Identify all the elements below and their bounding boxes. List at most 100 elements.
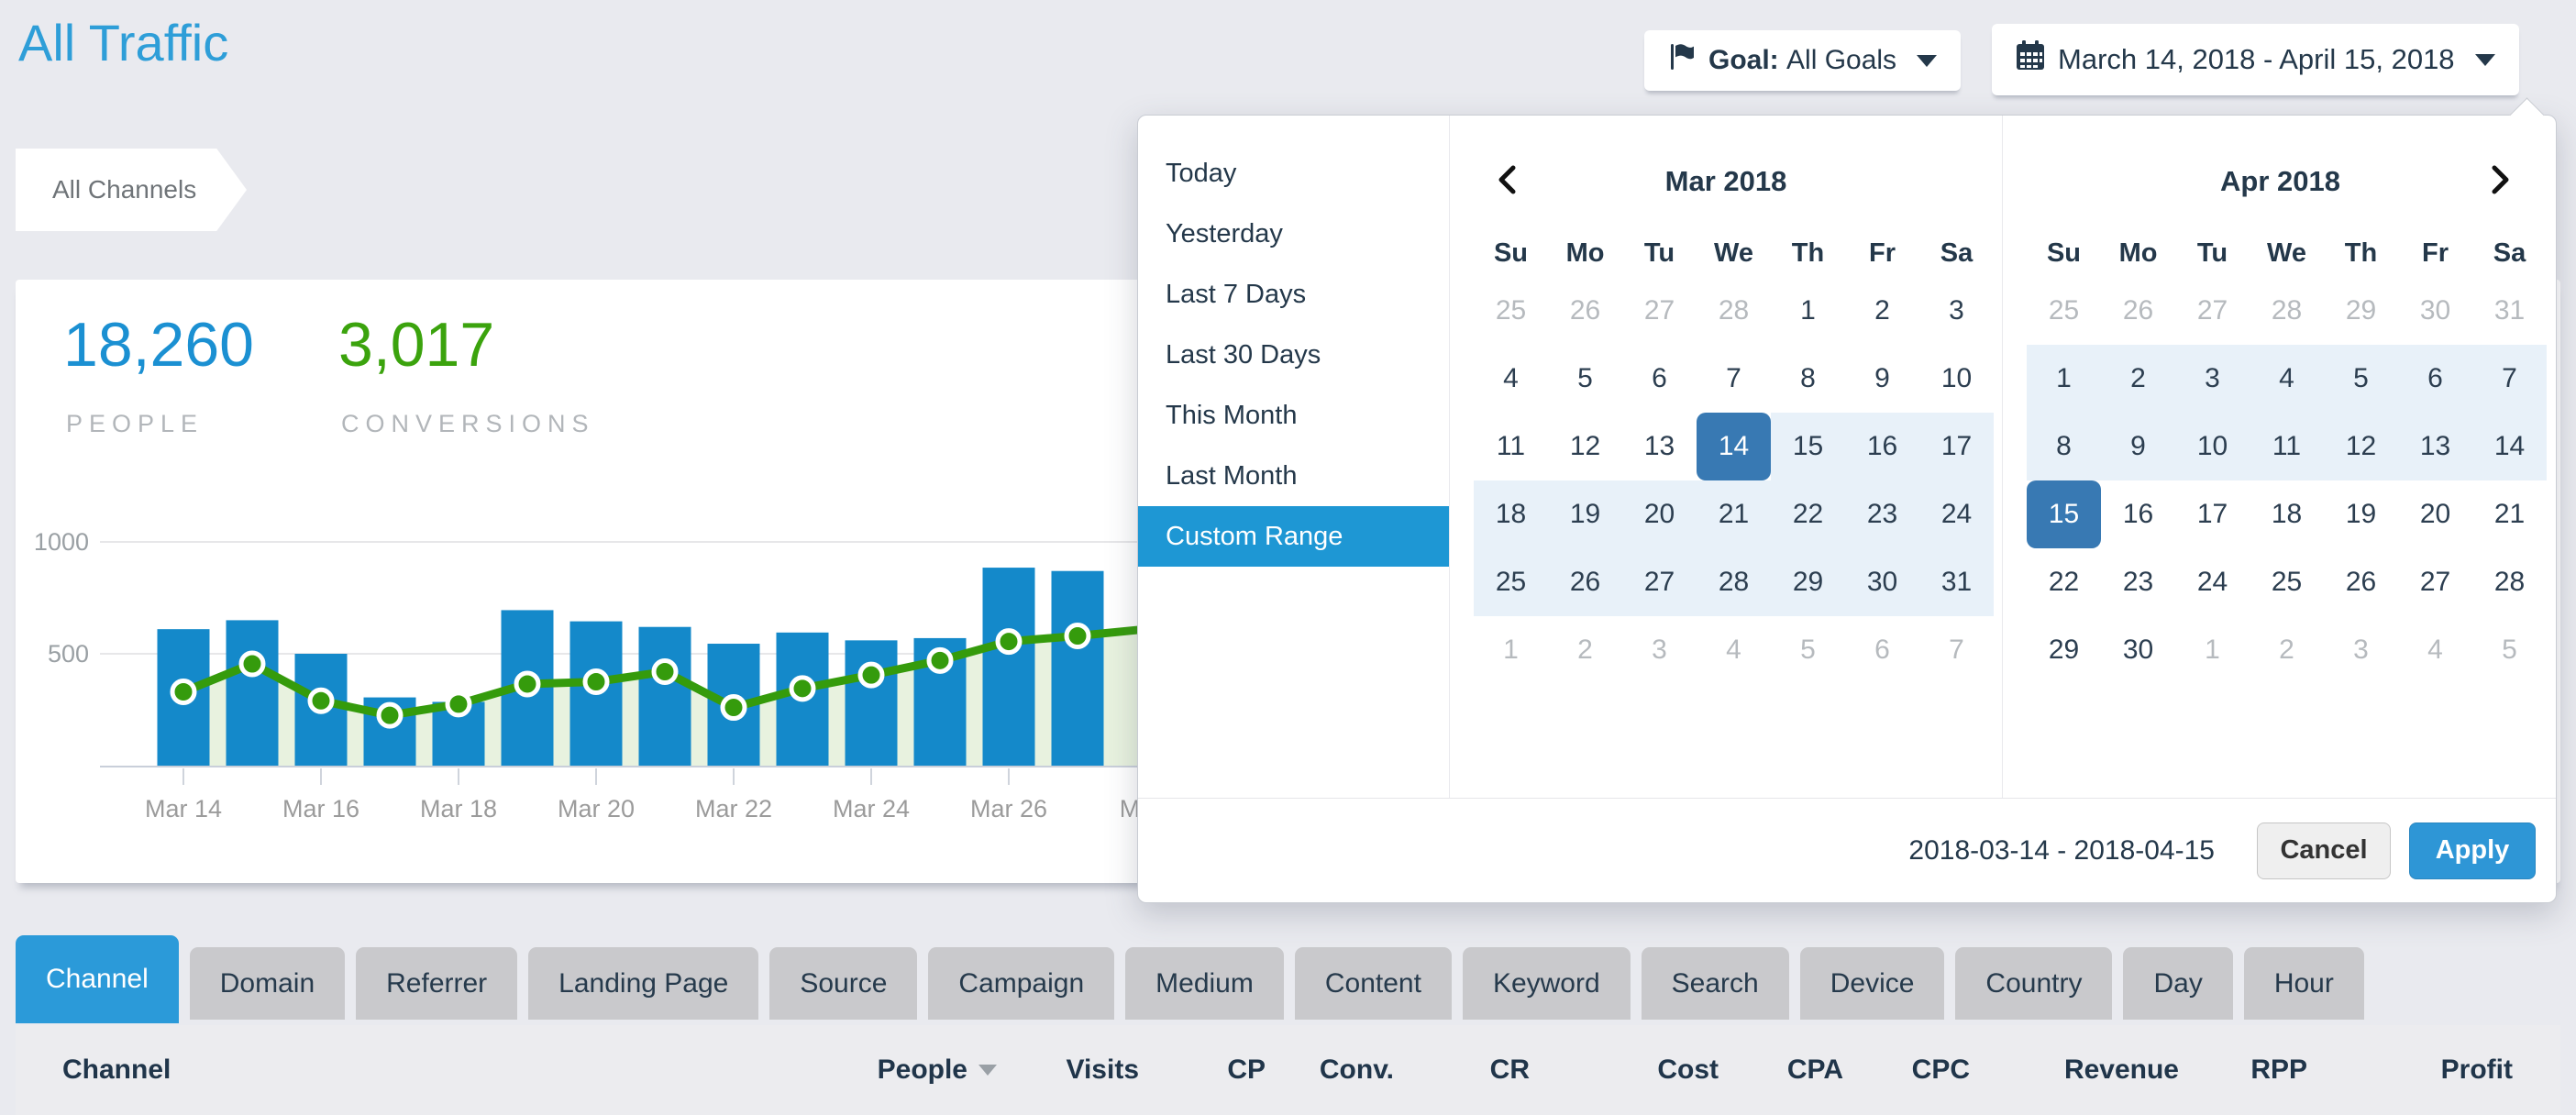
cancel-button[interactable]: Cancel: [2257, 822, 2391, 879]
tab-content[interactable]: Content: [1295, 947, 1452, 1020]
day-cell[interactable]: 8: [1771, 345, 1845, 413]
day-cell[interactable]: 6: [1845, 616, 1919, 684]
day-cell[interactable]: 22: [1771, 480, 1845, 548]
preset-last-7-days[interactable]: Last 7 Days: [1138, 264, 1449, 325]
day-cell-selected[interactable]: 15: [2027, 480, 2101, 548]
day-cell[interactable]: 28: [2472, 548, 2547, 616]
tab-referrer[interactable]: Referrer: [356, 947, 517, 1020]
day-cell[interactable]: 25: [1474, 548, 1548, 616]
day-cell[interactable]: 13: [1622, 413, 1697, 480]
day-cell[interactable]: 18: [2250, 480, 2324, 548]
tab-device[interactable]: Device: [1800, 947, 1945, 1020]
day-cell[interactable]: 4: [1474, 345, 1548, 413]
day-cell[interactable]: 1: [1474, 616, 1548, 684]
day-cell[interactable]: 6: [1622, 345, 1697, 413]
day-cell[interactable]: 4: [2398, 616, 2472, 684]
column-header-cost[interactable]: Cost: [1530, 1054, 1719, 1086]
day-cell[interactable]: 29: [2027, 616, 2101, 684]
day-cell[interactable]: 28: [1697, 548, 1771, 616]
day-cell[interactable]: 12: [2324, 413, 2398, 480]
day-cell[interactable]: 27: [1622, 277, 1697, 345]
day-cell[interactable]: 28: [1697, 277, 1771, 345]
day-cell[interactable]: 30: [1845, 548, 1919, 616]
day-cell[interactable]: 1: [1771, 277, 1845, 345]
column-header-conv[interactable]: Conv.: [1266, 1054, 1394, 1086]
day-cell[interactable]: 2: [2250, 616, 2324, 684]
tab-domain[interactable]: Domain: [190, 947, 345, 1020]
day-cell[interactable]: 26: [1548, 548, 1622, 616]
tab-source[interactable]: Source: [769, 947, 917, 1020]
day-cell[interactable]: 20: [1622, 480, 1697, 548]
day-cell[interactable]: 3: [2324, 616, 2398, 684]
day-cell[interactable]: 8: [2027, 413, 2101, 480]
day-cell[interactable]: 29: [1771, 548, 1845, 616]
day-cell[interactable]: 12: [1548, 413, 1622, 480]
day-cell[interactable]: 7: [1919, 616, 1994, 684]
day-cell[interactable]: 10: [1919, 345, 1994, 413]
tab-hour[interactable]: Hour: [2244, 947, 2364, 1020]
day-cell-selected[interactable]: 14: [1697, 413, 1771, 480]
day-cell[interactable]: 23: [2101, 548, 2175, 616]
day-cell[interactable]: 16: [2101, 480, 2175, 548]
day-cell[interactable]: 19: [1548, 480, 1622, 548]
day-cell[interactable]: 31: [1919, 548, 1994, 616]
column-header-rpp[interactable]: RPP: [2179, 1054, 2307, 1086]
column-header-cr[interactable]: CR: [1394, 1054, 1530, 1086]
column-header-people[interactable]: People: [823, 1054, 997, 1086]
day-cell[interactable]: 27: [2398, 548, 2472, 616]
day-cell[interactable]: 24: [2175, 548, 2250, 616]
day-cell[interactable]: 24: [1919, 480, 1994, 548]
day-cell[interactable]: 17: [2175, 480, 2250, 548]
day-cell[interactable]: 31: [2472, 277, 2547, 345]
preset-today[interactable]: Today: [1138, 143, 1449, 204]
column-header-visits[interactable]: Visits: [997, 1054, 1139, 1086]
day-cell[interactable]: 19: [2324, 480, 2398, 548]
day-cell[interactable]: 15: [1771, 413, 1845, 480]
column-header-cpa[interactable]: CPA: [1719, 1054, 1843, 1086]
apply-button[interactable]: Apply: [2409, 822, 2536, 879]
day-cell[interactable]: 26: [2101, 277, 2175, 345]
day-cell[interactable]: 23: [1845, 480, 1919, 548]
day-cell[interactable]: 26: [1548, 277, 1622, 345]
day-cell[interactable]: 3: [1919, 277, 1994, 345]
column-header-cpc[interactable]: CPC: [1843, 1054, 1970, 1086]
day-cell[interactable]: 3: [2175, 345, 2250, 413]
day-cell[interactable]: 5: [2472, 616, 2547, 684]
tab-channel[interactable]: Channel: [16, 935, 179, 1023]
day-cell[interactable]: 27: [2175, 277, 2250, 345]
column-header-profit[interactable]: Profit: [2307, 1054, 2513, 1086]
day-cell[interactable]: 7: [1697, 345, 1771, 413]
day-cell[interactable]: 18: [1474, 480, 1548, 548]
day-cell[interactable]: 21: [2472, 480, 2547, 548]
day-cell[interactable]: 22: [2027, 548, 2101, 616]
date-range-dropdown[interactable]: March 14, 2018 - April 15, 2018: [1992, 24, 2519, 95]
day-cell[interactable]: 26: [2324, 548, 2398, 616]
tab-landing-page[interactable]: Landing Page: [528, 947, 758, 1020]
day-cell[interactable]: 25: [2250, 548, 2324, 616]
day-cell[interactable]: 16: [1845, 413, 1919, 480]
preset-this-month[interactable]: This Month: [1138, 385, 1449, 446]
day-cell[interactable]: 28: [2250, 277, 2324, 345]
day-cell[interactable]: 7: [2472, 345, 2547, 413]
day-cell[interactable]: 11: [1474, 413, 1548, 480]
tab-medium[interactable]: Medium: [1125, 947, 1284, 1020]
day-cell[interactable]: 2: [1845, 277, 1919, 345]
day-cell[interactable]: 14: [2472, 413, 2547, 480]
day-cell[interactable]: 11: [2250, 413, 2324, 480]
day-cell[interactable]: 25: [1474, 277, 1548, 345]
column-header-cp[interactable]: CP: [1139, 1054, 1266, 1086]
day-cell[interactable]: 13: [2398, 413, 2472, 480]
day-cell[interactable]: 1: [2175, 616, 2250, 684]
preset-custom-range[interactable]: Custom Range: [1138, 506, 1449, 567]
day-cell[interactable]: 30: [2398, 277, 2472, 345]
preset-last-30-days[interactable]: Last 30 Days: [1138, 325, 1449, 385]
day-cell[interactable]: 27: [1622, 548, 1697, 616]
day-cell[interactable]: 1: [2027, 345, 2101, 413]
day-cell[interactable]: 6: [2398, 345, 2472, 413]
day-cell[interactable]: 5: [2324, 345, 2398, 413]
tab-day[interactable]: Day: [2123, 947, 2232, 1020]
column-header-revenue[interactable]: Revenue: [1970, 1054, 2179, 1086]
preset-last-month[interactable]: Last Month: [1138, 446, 1449, 506]
tab-country[interactable]: Country: [1955, 947, 2112, 1020]
tab-campaign[interactable]: Campaign: [928, 947, 1114, 1020]
